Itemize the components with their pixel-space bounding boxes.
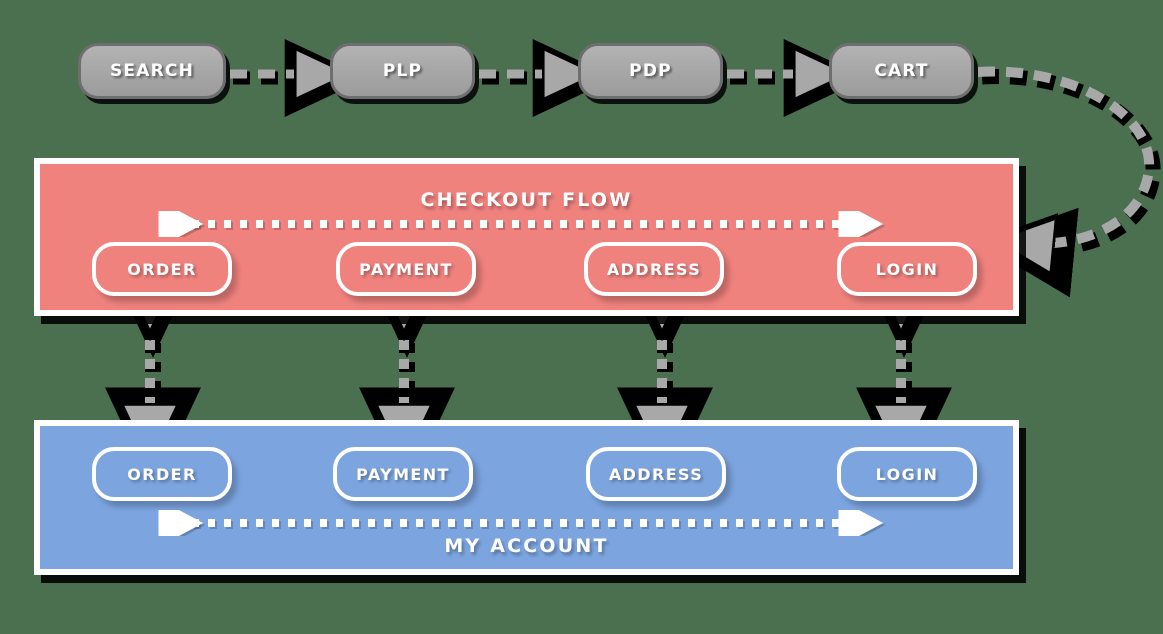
pipeline-node-cart[interactable]: CART (829, 43, 974, 99)
vertical-link-login (856, 255, 952, 490)
vertical-link-payment (359, 255, 455, 490)
checkout-node-address[interactable]: ADDRESS (584, 242, 724, 296)
checkout-flow-arrow (158, 211, 886, 237)
checkout-node-login[interactable]: LOGIN (837, 242, 977, 296)
checkout-node-payment-label: PAYMENT (359, 259, 453, 279)
checkout-flow-title: CHECKOUT FLOW (420, 189, 633, 211)
pipeline-node-search-label: SEARCH (109, 61, 194, 81)
pipeline-node-cart-label: CART (874, 61, 929, 81)
pipeline-node-plp[interactable]: PLP (330, 43, 475, 99)
checkout-node-order[interactable]: ORDER (92, 242, 232, 296)
checkout-node-address-label: ADDRESS (606, 259, 702, 279)
checkout-node-login-label: LOGIN (875, 259, 939, 279)
vertical-link-order (105, 255, 201, 490)
vertical-link-address (617, 255, 713, 490)
pipeline-node-plp-label: PLP (382, 61, 423, 81)
pipeline-connector-pdp-cart (727, 39, 867, 117)
diagram-canvas: SEARCH PLP PDP CART CHECKOUT FLOW ORDER … (0, 0, 1163, 634)
pipeline-connector-search-plp (230, 39, 368, 117)
my-account-panel: ORDER PAYMENT ADDRESS LOGIN MY ACCOUNT (34, 420, 1019, 575)
account-node-login-label: LOGIN (875, 464, 939, 484)
account-node-order[interactable]: ORDER (92, 447, 232, 501)
account-node-payment-label: PAYMENT (356, 464, 450, 484)
pipeline-connector-plp-pdp (479, 39, 616, 117)
checkout-node-payment[interactable]: PAYMENT (336, 242, 476, 296)
pipeline-node-search[interactable]: SEARCH (78, 43, 226, 99)
account-node-order-label: ORDER (127, 464, 197, 484)
account-node-payment[interactable]: PAYMENT (333, 447, 473, 501)
my-account-arrow (158, 510, 886, 536)
pipeline-node-pdp-label: PDP (629, 61, 672, 81)
account-node-login[interactable]: LOGIN (837, 447, 977, 501)
checkout-node-order-label: ORDER (127, 259, 197, 279)
account-node-address[interactable]: ADDRESS (586, 447, 726, 501)
account-node-address-label: ADDRESS (608, 464, 704, 484)
checkout-flow-panel: CHECKOUT FLOW ORDER PAYMENT ADDRESS LOGI… (34, 158, 1019, 316)
my-account-title: MY ACCOUNT (444, 535, 609, 557)
pipeline-node-pdp[interactable]: PDP (578, 43, 723, 99)
